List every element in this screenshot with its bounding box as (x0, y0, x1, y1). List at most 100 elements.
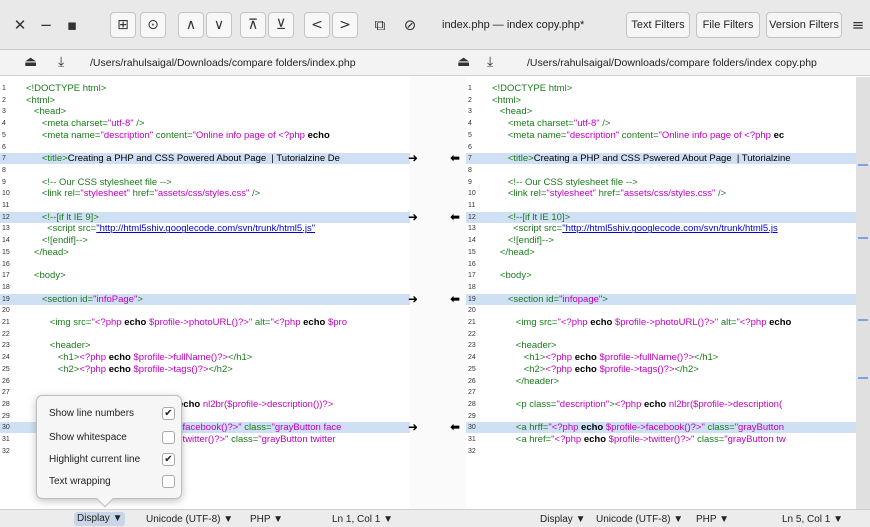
copy-right-arrow-icon[interactable]: ➜ (408, 292, 418, 306)
right-encoding-menu[interactable]: Unicode (UTF-8) ▼ (596, 514, 683, 525)
show-line-numbers-checkbox[interactable]: ✔ (162, 406, 175, 420)
copy-left-arrow-icon[interactable]: ⬅ (450, 210, 460, 224)
left-code-line[interactable]: 22 (0, 329, 410, 340)
file-filters-button[interactable]: File Filters (696, 12, 760, 38)
right-code-line[interactable]: 32 (466, 446, 856, 457)
forward-icon[interactable]: > (332, 12, 358, 38)
right-code-line[interactable]: 23 <header> (466, 340, 856, 351)
right-code-line[interactable]: 5 <meta name="description" content="Onli… (466, 130, 856, 141)
left-code-line[interactable]: 2 <html> (0, 95, 410, 106)
highlight-current-line-option[interactable]: Highlight current line ✔ (49, 450, 175, 468)
version-filters-button[interactable]: Version Filters (766, 12, 842, 38)
next-difference-icon[interactable]: ∨ (206, 12, 232, 38)
right-code-line[interactable]: 17 <body> (466, 270, 856, 281)
show-whitespace-checkbox[interactable] (162, 430, 175, 444)
copy-left-arrow-icon[interactable]: ⬅ (450, 292, 460, 306)
left-code-line[interactable]: 12 <!--[if lt IE 9]> (0, 211, 410, 223)
left-code-line[interactable]: 11 (0, 200, 410, 211)
right-code-line[interactable]: 15 </head> (466, 247, 856, 258)
right-code-line[interactable]: 31 <a href="<?php echo $profile->twitter… (466, 434, 856, 445)
left-code-line[interactable]: 15 </head> (0, 247, 410, 258)
left-code-line[interactable]: 13 <script src="http://html5shiv.googlec… (0, 223, 410, 234)
right-code-line[interactable]: 10 <link rel="stylesheet" href="assets/c… (466, 188, 856, 199)
left-code-line[interactable]: 20 (0, 305, 410, 316)
right-code-line[interactable]: 20 (466, 305, 856, 316)
left-code-line[interactable]: 26 (0, 376, 410, 387)
left-code-line[interactable]: 8 (0, 165, 410, 176)
right-code-line[interactable]: 13 <script src="http://html5shiv.googlec… (466, 223, 856, 234)
right-editor-pane[interactable]: 1 <!DOCTYPE html> 2 <html> 3 <head> 4 <meta c… (466, 77, 856, 509)
right-code-line[interactable]: 2 <html> (466, 95, 856, 106)
copy-left-arrow-icon[interactable]: ⬅ (450, 420, 460, 434)
right-code-line[interactable]: 27 (466, 387, 856, 398)
right-code-line[interactable]: 21 <img src="<?php echo $profile->photoU… (466, 317, 856, 328)
right-code-line[interactable]: 8 (466, 165, 856, 176)
right-cursor-position[interactable]: Ln 5, Col 1 ▼ (782, 514, 843, 525)
back-icon[interactable]: < (304, 12, 330, 38)
left-code-line[interactable]: 5 <meta name="description" content="Onli… (0, 130, 410, 141)
text-wrapping-option[interactable]: Text wrapping (49, 472, 175, 490)
left-code-line[interactable]: 18 (0, 282, 410, 293)
right-code-line[interactable]: 3 <head> (466, 106, 856, 117)
right-code-line[interactable]: 24 <h1><?php echo $profile->fullName()?>… (466, 352, 856, 363)
left-cursor-position[interactable]: Ln 1, Col 1 ▼ (332, 514, 393, 525)
left-code-line[interactable]: 4 <meta charset="utf-8" /> (0, 118, 410, 129)
vertical-scrollbar[interactable] (856, 77, 870, 509)
download-icon[interactable]: ⤓ (487, 54, 493, 70)
previous-difference-icon[interactable]: ∧ (178, 12, 204, 38)
right-code-line[interactable]: 19 <section id="infopage"> (466, 293, 856, 305)
left-code-line[interactable]: 6 (0, 142, 410, 153)
right-code-line[interactable]: 22 (466, 329, 856, 340)
menu-icon[interactable]: ≡ (848, 12, 868, 38)
right-language-menu[interactable]: PHP ▼ (696, 514, 729, 525)
left-code-line[interactable]: 10 <link rel="stylesheet" href="assets/c… (0, 188, 410, 199)
copy-left-arrow-icon[interactable]: ⬅ (450, 151, 460, 165)
copy-right-arrow-icon[interactable]: ➜ (408, 420, 418, 434)
right-code-line[interactable]: 12 <!--[if lt IE 10]> (466, 211, 856, 223)
right-code-line[interactable]: 6 (466, 142, 856, 153)
left-code-line[interactable]: 3 <head> (0, 106, 410, 117)
maximize-icon[interactable]: ▪ (60, 12, 84, 38)
last-difference-icon[interactable]: ⊻ (268, 12, 294, 38)
left-code-line[interactable]: 19 <section id="infoPage"> (0, 293, 410, 305)
close-icon[interactable]: ✕ (8, 12, 32, 38)
left-code-line[interactable]: 1 <!DOCTYPE html> (0, 83, 410, 94)
history-icon[interactable]: ⊙ (140, 12, 166, 38)
left-code-line[interactable]: 24 <h1><?php echo $profile->fullName()?>… (0, 352, 410, 363)
left-code-line[interactable]: 23 <header> (0, 340, 410, 351)
save-icon[interactable]: ⏏ (457, 54, 470, 70)
right-code-line[interactable]: 28 <p class="description"><?php echo nl2… (466, 399, 856, 410)
right-code-line[interactable]: 1 <!DOCTYPE html> (466, 83, 856, 94)
right-code-line[interactable]: 7 <title>Creating a PHP and CSS Pswered … (466, 153, 856, 165)
right-code-line[interactable]: 9 <!-- Our CSS stylesheet file --> (466, 177, 856, 188)
copy-icon[interactable]: ⧉ (368, 12, 392, 38)
show-whitespace-option[interactable]: Show whitespace (49, 428, 175, 446)
stop-icon[interactable]: ⊘ (398, 12, 422, 38)
add-compare-icon[interactable]: ⊞ (110, 12, 136, 38)
copy-right-arrow-icon[interactable]: ➜ (408, 210, 418, 224)
right-code-line[interactable]: 26 </header> (466, 376, 856, 387)
left-code-line[interactable]: 17 <body> (0, 270, 410, 281)
left-language-menu[interactable]: PHP ▼ (250, 514, 283, 525)
left-code-line[interactable]: 21 <img src="<?php echo $profile->photoU… (0, 317, 410, 328)
right-display-menu[interactable]: Display ▼ (540, 514, 585, 525)
show-line-numbers-option[interactable]: Show line numbers ✔ (49, 404, 175, 422)
right-code-line[interactable]: 4 <meta charset="utf-8" /> (466, 118, 856, 129)
right-code-line[interactable]: 18 (466, 282, 856, 293)
left-code-line[interactable]: 7 <title>Creating a PHP and CSS Powered … (0, 153, 410, 165)
text-filters-button[interactable]: Text Filters (626, 12, 690, 38)
right-code-line[interactable]: 25 <h2><?php echo $profile->tags()?></h2… (466, 364, 856, 375)
left-code-line[interactable]: 9 <!-- Our CSS stylesheet file --> (0, 177, 410, 188)
left-display-menu[interactable]: Display ▼ (74, 512, 126, 526)
right-code-line[interactable]: 16 (466, 259, 856, 270)
left-code-line[interactable]: 14 <![endif]--> (0, 235, 410, 246)
download-icon[interactable]: ⤓ (58, 54, 64, 70)
right-code-line[interactable]: 14 <![endif]--> (466, 235, 856, 246)
right-code-line[interactable]: 29 (466, 411, 856, 422)
text-wrapping-checkbox[interactable] (162, 474, 175, 488)
save-icon[interactable]: ⏏ (24, 54, 37, 70)
minimize-icon[interactable]: − (34, 12, 58, 38)
left-encoding-menu[interactable]: Unicode (UTF-8) ▼ (146, 514, 233, 525)
right-code-line[interactable]: 11 (466, 200, 856, 211)
highlight-current-line-checkbox[interactable]: ✔ (162, 452, 175, 466)
